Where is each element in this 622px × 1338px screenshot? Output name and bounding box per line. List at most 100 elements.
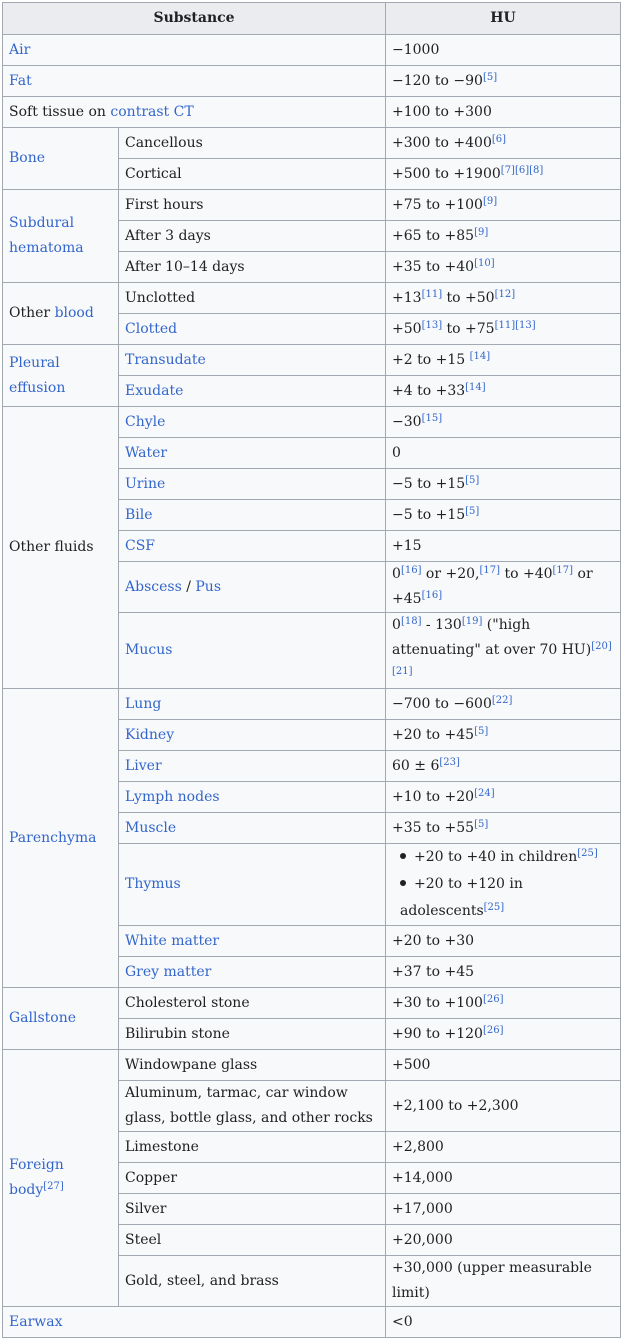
hu-value: +37 to +45 <box>385 956 622 988</box>
hu-value: +13[11] to +50[12] <box>385 282 622 314</box>
citation[interactable]: [27] <box>43 1181 64 1192</box>
citation[interactable]: [12] <box>495 289 516 300</box>
table-row: Other fluids Chyle −30[15] <box>2 406 622 689</box>
hu-value: +75 to +100[9] <box>385 189 622 221</box>
bile-link[interactable]: Bile <box>117 499 387 531</box>
list-item: +20 to +120 in adolescents[25] <box>400 876 523 919</box>
blood-link[interactable]: blood <box>55 305 94 321</box>
citation[interactable]: [25] <box>484 902 505 913</box>
citation[interactable]: [14] <box>465 382 486 393</box>
header-substance: Substance <box>1 2 387 35</box>
citation[interactable]: [5] <box>465 475 479 486</box>
table-row: Bone Cancellous +300 to +400[6] <box>2 127 622 190</box>
list-item: +20 to +40 in children[25] <box>400 844 614 871</box>
hu-value: 0 <box>385 437 622 469</box>
bone-link[interactable]: Bone <box>2 127 119 190</box>
muscle-link[interactable]: Muscle <box>117 812 387 844</box>
hu-value: +50[13] to +75[11][13] <box>385 313 622 345</box>
citation[interactable]: [5] <box>474 819 488 830</box>
citation[interactable]: [18] <box>401 616 422 627</box>
hu-value: 60 ± 6[23] <box>385 750 622 782</box>
citation[interactable]: [17] <box>480 565 501 576</box>
contrast-ct-link[interactable]: contrast CT <box>110 104 193 120</box>
citation[interactable]: [22] <box>492 695 513 706</box>
subtype: Windowpane glass <box>117 1049 387 1081</box>
bullet-icon <box>400 880 407 886</box>
parenchyma-link[interactable]: Parenchyma <box>2 688 119 988</box>
pleural-effusion-link[interactable]: Pleural effusion <box>2 344 119 407</box>
citation[interactable]: [17] <box>553 565 574 576</box>
subtype: After 3 days <box>117 220 387 252</box>
earwax-link[interactable]: Earwax <box>1 1306 387 1338</box>
kidney-link[interactable]: Kidney <box>117 719 387 751</box>
citation[interactable]: [7][6][8] <box>501 165 544 176</box>
citation[interactable]: [5] <box>465 506 479 517</box>
foreign-body-cell: Foreign body[27] <box>2 1049 119 1307</box>
subdural-hematoma-link[interactable]: Subdural hematoma <box>2 189 119 283</box>
white-matter-link[interactable]: White matter <box>117 925 387 957</box>
hu-value: 0[16] or +20,[17] to +40[17] or +45[16] <box>385 561 622 613</box>
grey-matter-link[interactable]: Grey matter <box>117 956 387 988</box>
exudate-link[interactable]: Exudate <box>117 375 387 407</box>
table-row: Foreign body[27] Windowpane glass +500 <box>2 1049 622 1307</box>
water-link[interactable]: Water <box>117 437 387 469</box>
hu-value: +2,100 to +2,300 <box>385 1080 622 1132</box>
citation[interactable]: [26] <box>483 994 504 1005</box>
hu-value: +2,800 <box>385 1131 622 1163</box>
citation[interactable]: [23] <box>439 757 460 768</box>
citation[interactable]: [14] <box>470 351 491 362</box>
subtype: Cancellous <box>117 127 387 159</box>
transudate-link[interactable]: Transudate <box>117 344 387 376</box>
citation[interactable]: [19] <box>462 616 483 627</box>
table-row: Gallstone Cholesterol stone +30 to +100[… <box>2 987 622 1050</box>
citation[interactable]: [6] <box>492 134 506 145</box>
subtype: Limestone <box>117 1131 387 1163</box>
clotted-link[interactable]: Clotted <box>117 313 387 345</box>
lymph-nodes-link[interactable]: Lymph nodes <box>117 781 387 813</box>
table-row: Air −1000 <box>1 34 622 66</box>
citation[interactable]: [16] <box>401 565 422 576</box>
hu-value: +20,000 <box>385 1224 622 1256</box>
thymus-link[interactable]: Thymus <box>117 843 387 926</box>
citation[interactable]: [5] <box>483 72 497 83</box>
table-row: Subdural hematoma First hours +75 to +10… <box>2 189 622 283</box>
header-row: Substance HU <box>1 2 622 35</box>
subtype: First hours <box>117 189 387 221</box>
fat-link[interactable]: Fat <box>1 65 387 97</box>
citation[interactable]: [13] <box>422 320 443 331</box>
subtype: Cholesterol stone <box>117 987 387 1019</box>
citation[interactable]: [5] <box>474 726 488 737</box>
lung-link[interactable]: Lung <box>117 688 387 720</box>
hu-value: −700 to −600[22] <box>385 688 622 720</box>
air-link[interactable]: Air <box>1 34 387 66</box>
other-fluids-label: Other fluids <box>2 406 119 689</box>
hu-value: +4 to +33[14] <box>385 375 622 407</box>
chyle-link[interactable]: Chyle <box>117 406 387 438</box>
citation[interactable]: [11] <box>422 289 443 300</box>
fat-hu: −120 to −90[5] <box>385 65 622 97</box>
gallstone-link[interactable]: Gallstone <box>2 987 119 1050</box>
liver-link[interactable]: Liver <box>117 750 387 782</box>
citation[interactable]: [11][13] <box>495 320 536 331</box>
csf-link[interactable]: CSF <box>117 530 387 562</box>
hu-value: +65 to +85[9] <box>385 220 622 252</box>
citation[interactable]: [26] <box>483 1025 504 1036</box>
pus-link[interactable]: Pus <box>195 579 221 595</box>
hu-value: +500 <box>385 1049 622 1081</box>
citation[interactable]: [9] <box>474 227 488 238</box>
hu-value: +35 to +40[10] <box>385 251 622 283</box>
abscess-link[interactable]: Abscess <box>125 579 182 595</box>
thymus-list: +20 to +40 in children[25] +20 to +120 i… <box>392 844 614 925</box>
hu-value: +90 to +120[26] <box>385 1018 622 1050</box>
mucus-link[interactable]: Mucus <box>117 612 387 689</box>
subtype: Copper <box>117 1162 387 1194</box>
citation[interactable]: [24] <box>474 788 495 799</box>
citation[interactable]: [10] <box>474 258 495 269</box>
urine-link[interactable]: Urine <box>117 468 387 500</box>
citation[interactable]: [9] <box>483 196 497 207</box>
air-hu: −1000 <box>385 34 622 66</box>
citation[interactable]: [15] <box>422 413 443 424</box>
citation[interactable]: [25] <box>577 848 598 859</box>
citation[interactable]: [16] <box>422 590 443 601</box>
table-row: Pleural effusion Transudate +2 to +15 [1… <box>2 344 622 407</box>
